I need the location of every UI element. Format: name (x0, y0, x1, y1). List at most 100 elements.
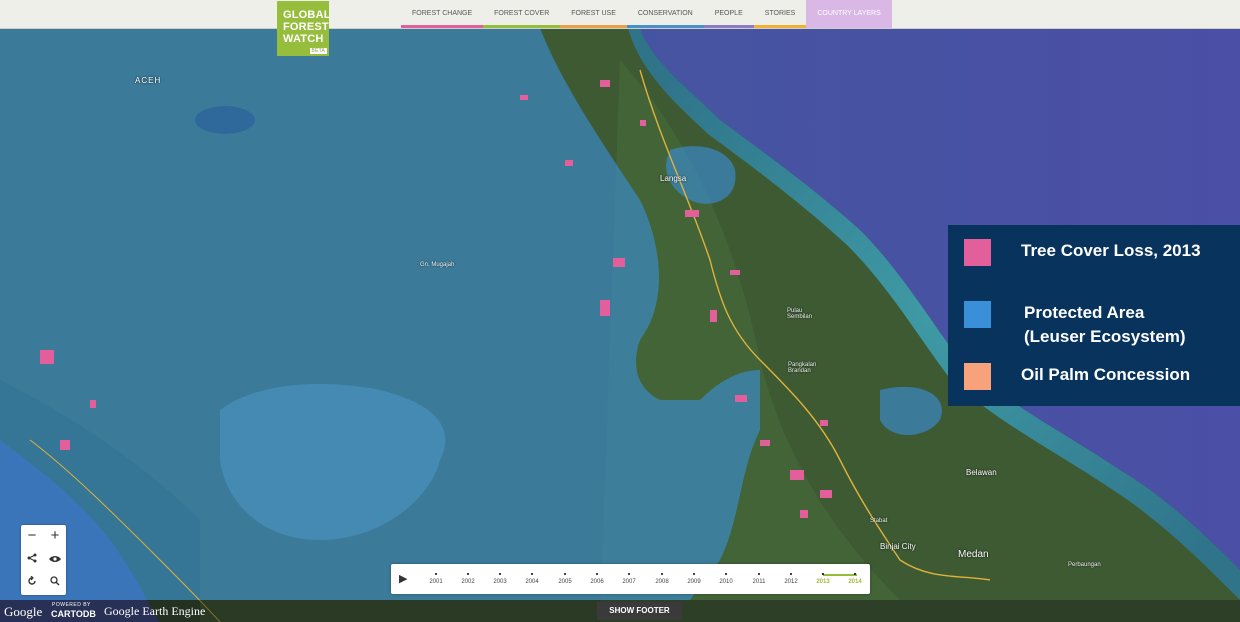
timeline-year-selected[interactable]: 2013 (807, 573, 839, 585)
eye-icon[interactable] (44, 548, 66, 570)
map-label-langsa: Langsa (660, 174, 687, 183)
timeline-year-dot (661, 573, 663, 575)
timeline-year-selected[interactable]: 2014 (839, 573, 871, 585)
nav-forest-cover-label: FOREST COVER (494, 10, 550, 17)
timeline-year[interactable]: 2010 (710, 573, 742, 585)
map-label-binjai: Binjai City (880, 542, 916, 551)
timeline-year-dot (822, 573, 824, 575)
map-label-belawan: Belawan (966, 468, 997, 477)
nav-country-layers-label: COUNTRY LAYERS (817, 10, 881, 17)
timeline-year-label: 2010 (719, 579, 733, 585)
show-footer-button[interactable]: SHOW FOOTER (597, 602, 682, 620)
main-menu: FOREST CHANGE FOREST COVER FOREST USE CO… (401, 0, 892, 28)
nav-forest-change[interactable]: FOREST CHANGE (401, 0, 484, 28)
legend-item-protected-area: Protected Area (Leuser Ecosystem) (964, 301, 1186, 349)
beta-badge: BETA (309, 48, 327, 54)
timeline-selected-range[interactable] (823, 574, 857, 576)
nav-forest-cover[interactable]: FOREST COVER (483, 0, 561, 28)
refresh-icon[interactable] (21, 571, 43, 593)
map-label-medan: Medan (958, 549, 989, 560)
play-button[interactable]: ▶ (399, 572, 407, 585)
timeline-year-label: 2008 (655, 579, 669, 585)
timeline-year-label: 2007 (622, 579, 636, 585)
legend-item-tree-cover-loss: Tree Cover Loss, 2013 (964, 239, 1201, 266)
timeline-year[interactable]: 2009 (678, 573, 710, 585)
nav-forest-change-underline (401, 25, 484, 28)
nav-people-underline (703, 25, 754, 28)
timeline-year[interactable]: 2002 (452, 573, 484, 585)
map-label-perbaungan: Perbaungan (1068, 562, 1101, 568)
nav-country-layers[interactable]: COUNTRY LAYERS (806, 0, 892, 28)
logo-line-3: WATCH (283, 33, 324, 45)
google-logo: Google (4, 604, 43, 619)
timeline-year-dot (435, 573, 437, 575)
map-label-pulau-sembilan: Pulau Sembilan (787, 308, 813, 320)
timeline-year-label: 2001 (429, 579, 443, 585)
timeline-year-label: 2009 (687, 579, 701, 585)
logo-line-2: FOREST (283, 21, 329, 33)
cartodb-logo: CARTODB (51, 609, 96, 619)
nav-conservation-label: CONSERVATION (637, 10, 693, 17)
timeline-year-label: 2003 (493, 579, 507, 585)
legend-label-protected: Protected Area (Leuser Ecosystem) (1024, 301, 1186, 349)
timeline-year[interactable]: 2012 (775, 573, 807, 585)
timeline-year[interactable]: 2001 (420, 573, 452, 585)
timeline[interactable]: ▶ 2001 2002 2003 2004 2005 2006 2007 200… (391, 564, 870, 594)
nav-conservation[interactable]: CONSERVATION (626, 0, 704, 28)
timeline-year-label: 2005 (558, 579, 572, 585)
legend-label-loss-text: Tree Cover Loss, 2013 (1021, 241, 1201, 260)
legend-label-oil-palm: Oil Palm Concession (1021, 363, 1190, 387)
timeline-year[interactable]: 2004 (516, 573, 548, 585)
timeline-year-dot (564, 573, 566, 575)
timeline-year-label: 2002 (461, 579, 475, 585)
cartodb-powered-by: POWERED BY (52, 602, 91, 608)
timeline-year-dot (596, 573, 598, 575)
timeline-year[interactable]: 2006 (581, 573, 613, 585)
nav-people[interactable]: PEOPLE (703, 0, 754, 28)
legend-label-oil-palm-text: Oil Palm Concession (1021, 365, 1191, 384)
share-icon[interactable] (21, 548, 43, 570)
earth-engine-logo: Google Earth Engine (104, 604, 206, 618)
timeline-year[interactable]: 2005 (549, 573, 581, 585)
timeline-year-label: 2011 (752, 579, 766, 585)
timeline-year[interactable]: 2011 (743, 573, 775, 585)
nav-stories[interactable]: STORIES (753, 0, 807, 28)
timeline-year-dot (499, 573, 501, 575)
timeline-year-dot (531, 573, 533, 575)
map-controls: − + (21, 525, 66, 595)
legend-label-protected-line1: Protected Area (1024, 303, 1145, 322)
timeline-year-dot (693, 573, 695, 575)
share-icon-graphic (27, 553, 37, 563)
timeline-year[interactable]: 2007 (613, 573, 645, 585)
search-icon[interactable] (44, 571, 66, 593)
legend-item-oil-palm: Oil Palm Concession (964, 363, 1190, 390)
zoom-out-button[interactable]: − (21, 525, 43, 547)
nav-forest-use-label: FOREST USE (571, 10, 616, 17)
legend-swatch-oil-palm (964, 363, 991, 390)
legend-label-protected-line2: (Leuser Ecosystem) (1024, 327, 1186, 346)
nav-people-label: PEOPLE (714, 10, 743, 17)
timeline-year[interactable]: 2008 (646, 573, 678, 585)
timeline-year-label: 2004 (525, 579, 539, 585)
nav-stories-underline (753, 25, 807, 28)
legend-swatch-protected (964, 301, 991, 328)
timeline-year[interactable]: 2003 (484, 573, 516, 585)
nav-forest-use[interactable]: FOREST USE (560, 0, 627, 28)
legend-label-loss: Tree Cover Loss, 2013 (1021, 239, 1201, 263)
zoom-in-button[interactable]: + (44, 525, 66, 547)
timeline-year-dot (854, 573, 856, 575)
refresh-icon-graphic (28, 575, 36, 585)
map-label-aceh: ACEH (135, 76, 162, 85)
timeline-year-dot (725, 573, 727, 575)
nav-conservation-underline (626, 25, 704, 28)
gfw-logo[interactable]: GLOBAL FOREST WATCH BETA (277, 1, 331, 56)
nav-forest-change-label: FOREST CHANGE (412, 10, 473, 17)
logo-line-1: GLOBAL (283, 9, 331, 21)
timeline-year-dot (758, 573, 760, 575)
map-label-stabat: Stabat (870, 518, 888, 524)
nav-stories-label: STORIES (764, 10, 796, 17)
search-icon-graphic (50, 576, 60, 586)
timeline-year-label: 2006 (590, 579, 604, 585)
timeline-year-dot (628, 573, 630, 575)
legend-swatch-loss (964, 239, 991, 266)
